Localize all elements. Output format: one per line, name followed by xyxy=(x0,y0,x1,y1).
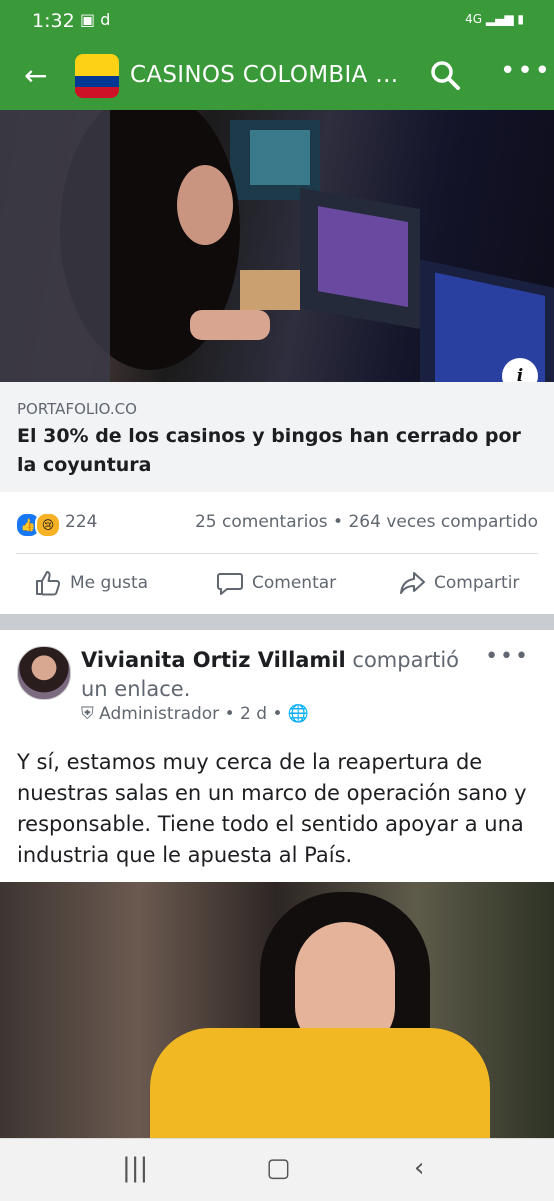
status-right: 4G ▂▄▆ ▮ xyxy=(465,12,524,26)
comment-button[interactable]: Comentar xyxy=(216,568,336,598)
signal-icon: ▂▄▆ xyxy=(485,12,514,26)
top-app-bar: ← CASINOS COLOMBIA O... ••• xyxy=(0,44,554,110)
sad-reaction-icon[interactable]: 😢 xyxy=(35,512,61,538)
comment-label: Comentar xyxy=(252,573,337,593)
engagement-bar: 👍 😢 224 25 comentarios • 264 veces compa… xyxy=(0,500,554,550)
system-nav-bar: ||| ▢ ‹ xyxy=(0,1138,554,1201)
link-source: PORTAFOLIO.CO xyxy=(17,400,137,418)
author-role: Administrador xyxy=(99,704,220,724)
comment-icon xyxy=(217,573,243,595)
casino-photo xyxy=(0,110,554,382)
post-body: Y sí, estamos muy cerca de la reapertura… xyxy=(17,750,527,867)
like-label: Me gusta xyxy=(70,573,149,593)
back-nav-icon[interactable]: ‹ xyxy=(414,1153,424,1183)
post-meta: ⛨ Administrador • 2 d • 🌐 xyxy=(81,704,309,724)
recents-icon[interactable]: ||| xyxy=(122,1153,148,1183)
photo-jacket xyxy=(150,1028,490,1138)
shield-icon: ⛨ xyxy=(81,704,94,724)
share-button[interactable]: Compartir xyxy=(398,568,519,598)
status-bar: 1:32 ▣ d 4G ▂▄▆ ▮ xyxy=(0,0,554,44)
group-avatar[interactable] xyxy=(75,54,119,98)
search-icon[interactable] xyxy=(428,58,462,92)
reaction-count[interactable]: 224 xyxy=(65,512,97,532)
home-icon[interactable]: ▢ xyxy=(266,1153,291,1183)
status-time: 1:32 xyxy=(32,10,75,32)
like-button[interactable]: Me gusta xyxy=(34,568,148,598)
post-more-icon[interactable]: ••• xyxy=(485,644,530,669)
avatar[interactable] xyxy=(17,646,71,700)
meta-dot: • xyxy=(272,704,283,724)
more-icon[interactable]: ••• xyxy=(500,56,552,86)
divider xyxy=(16,553,538,554)
globe-icon: 🌐 xyxy=(287,704,310,724)
post-age[interactable]: 2 d xyxy=(240,704,267,724)
page-title[interactable]: CASINOS COLOMBIA O... xyxy=(130,62,400,88)
post-header: Vivianita Ortiz Villamil compartió un en… xyxy=(81,646,491,704)
comment-share-summary[interactable]: 25 comentarios • 264 veces compartido xyxy=(195,512,538,532)
share-count[interactable]: 264 veces compartido xyxy=(348,512,538,532)
meta-separator: • xyxy=(333,512,344,532)
link-image[interactable]: i xyxy=(0,110,554,382)
share-label: Compartir xyxy=(434,573,520,593)
like-icon xyxy=(36,571,61,596)
feed-separator xyxy=(0,614,554,630)
network-label: 4G xyxy=(465,12,483,26)
comment-count[interactable]: 25 comentarios xyxy=(195,512,328,532)
meta-dot: • xyxy=(224,704,235,724)
notification-icons: ▣ d xyxy=(80,10,111,29)
link-preview[interactable]: PORTAFOLIO.CO El 30% de los casinos y bi… xyxy=(0,382,554,492)
share-icon xyxy=(400,572,425,594)
link-headline: El 30% de los casinos y bingos han cerra… xyxy=(17,425,521,476)
author-name[interactable]: Vivianita Ortiz Villamil xyxy=(81,648,346,672)
battery-icon: ▮ xyxy=(517,12,524,26)
post-actions: Me gusta Comentar Compartir xyxy=(0,556,554,612)
post-image[interactable] xyxy=(0,882,554,1138)
back-arrow-icon[interactable]: ← xyxy=(24,60,47,92)
